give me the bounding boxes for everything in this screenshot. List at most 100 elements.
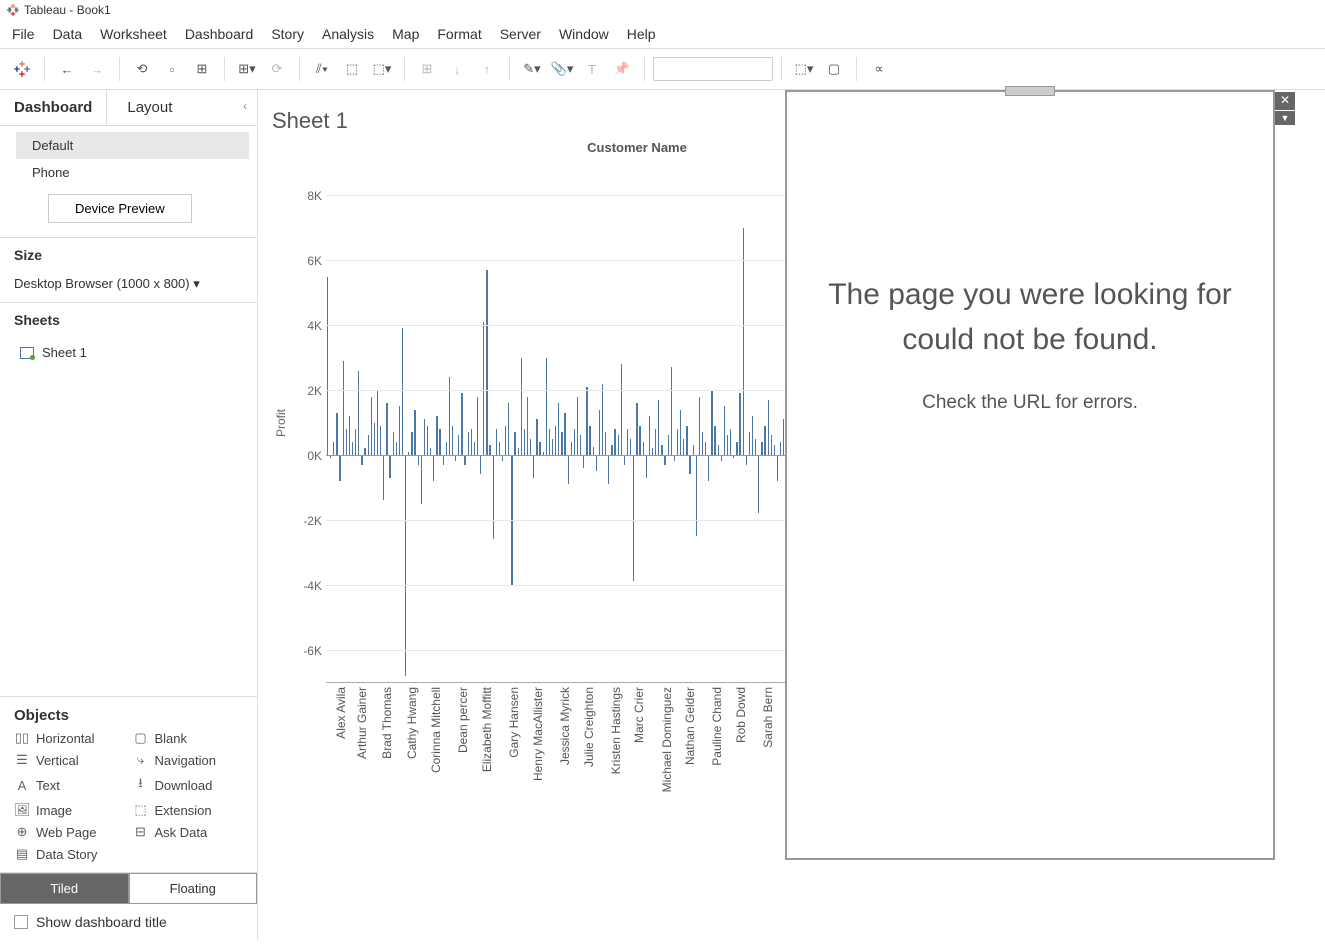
refresh-icon[interactable]: ⟳	[263, 55, 291, 83]
group-icon[interactable]: ⊞	[413, 55, 441, 83]
menu-story[interactable]: Story	[271, 26, 304, 42]
x-label: Gary Hansen	[507, 687, 521, 758]
menu-help[interactable]: Help	[627, 26, 656, 42]
menu-dashboard[interactable]: Dashboard	[185, 26, 254, 42]
presentation-icon[interactable]: ▢	[820, 55, 848, 83]
x-label: Rob Dowd	[734, 687, 748, 743]
show-labels-icon[interactable]: ↓	[443, 55, 471, 83]
x-label: Cathy Hwang	[405, 687, 419, 759]
device-default[interactable]: Default	[16, 132, 249, 159]
object-icon: ⊟	[133, 824, 149, 840]
tableau-logo-icon	[6, 3, 20, 17]
pin-icon[interactable]: 📌	[608, 55, 636, 83]
menu-file[interactable]: File	[12, 26, 35, 42]
object-icon: ▯▯	[14, 730, 30, 746]
device-preview-button[interactable]: Device Preview	[48, 194, 192, 223]
object-navigation[interactable]: ⤷Navigation	[133, 752, 244, 768]
forward-icon[interactable]: →	[83, 55, 111, 83]
menubar: File Data Worksheet Dashboard Story Anal…	[0, 20, 1325, 49]
object-icon: 🖼	[14, 802, 30, 818]
menu-window[interactable]: Window	[559, 26, 609, 42]
object-icon: ▢	[133, 730, 149, 746]
dropdown-icon[interactable]: ▼	[1275, 111, 1295, 125]
error-subtitle: Check the URL for errors.	[922, 392, 1138, 414]
x-label: Pauline Chand	[710, 687, 724, 766]
show-dashboard-title[interactable]: Show dashboard title	[0, 904, 257, 940]
object-ask-data[interactable]: ⊟Ask Data	[133, 824, 244, 840]
error-title: The page you were looking for could not …	[787, 272, 1273, 362]
object-vertical[interactable]: ☰Vertical	[14, 752, 125, 768]
drag-handle-icon[interactable]	[1005, 86, 1055, 96]
sort-asc-icon[interactable]: ⬚	[338, 55, 366, 83]
clip-icon[interactable]: 📎▾	[548, 55, 576, 83]
object-icon: ⬚	[133, 802, 149, 818]
x-label: Alex Avila	[334, 687, 348, 739]
tiled-button[interactable]: Tiled	[0, 873, 129, 904]
sheet-label: Sheet 1	[42, 345, 87, 360]
object-icon: A	[14, 778, 30, 793]
web-page-panel[interactable]: ✕ ▼ The page you were looking for could …	[785, 90, 1275, 860]
y-axis-label: Profit	[272, 163, 290, 683]
x-label: Marc Crier	[632, 687, 646, 743]
x-label: Corinna Mitchell	[429, 687, 443, 773]
worksheet-icon	[20, 347, 34, 359]
size-header: Size	[0, 237, 257, 272]
menu-format[interactable]: Format	[437, 26, 481, 42]
object-image[interactable]: 🖼Image	[14, 802, 125, 818]
object-download[interactable]: ⭳Download	[133, 774, 244, 796]
menu-worksheet[interactable]: Worksheet	[100, 26, 167, 42]
device-phone[interactable]: Phone	[16, 159, 249, 186]
sheets-header: Sheets	[0, 302, 257, 337]
swap-icon[interactable]: ⫽▾	[308, 55, 336, 83]
x-label: Julie Creighton	[582, 687, 596, 767]
object-web-page[interactable]: ⊕Web Page	[14, 824, 125, 840]
x-label: Henry MacAllister	[531, 687, 545, 781]
undo-icon[interactable]: ⟲	[128, 55, 156, 83]
totals-icon[interactable]: ↑	[473, 55, 501, 83]
sort-desc-icon[interactable]: ⬚▾	[368, 55, 396, 83]
x-label: Sarah Bern	[761, 687, 775, 748]
menu-map[interactable]: Map	[392, 26, 419, 42]
menu-analysis[interactable]: Analysis	[322, 26, 374, 42]
floating-button[interactable]: Floating	[129, 873, 258, 904]
object-horizontal[interactable]: ▯▯Horizontal	[14, 730, 125, 746]
x-label: Nathan Gelder	[683, 687, 697, 765]
object-blank[interactable]: ▢Blank	[133, 730, 244, 746]
x-label: Michael Dominguez	[660, 687, 674, 792]
menu-server[interactable]: Server	[500, 26, 541, 42]
highlight-icon[interactable]: ✎▾	[518, 55, 546, 83]
text-icon[interactable]: T	[578, 55, 606, 83]
checkbox-icon[interactable]	[14, 915, 28, 929]
object-icon: ▤	[14, 846, 30, 862]
menu-data[interactable]: Data	[53, 26, 83, 42]
new-data-icon[interactable]: ⊞	[188, 55, 216, 83]
x-label: Brad Thomas	[380, 687, 394, 759]
share-icon[interactable]: ∝	[865, 55, 893, 83]
toolbar: ← → ⟲ ▫ ⊞ ⊞▾ ⟳ ⫽▾ ⬚ ⬚▾ ⊞ ↓ ↑ ✎▾ 📎▾ T 📌 ⬚…	[0, 49, 1325, 90]
collapse-sidebar-icon[interactable]: ‹	[233, 90, 257, 125]
tableau-icon[interactable]	[8, 55, 36, 83]
x-label: Jessica Myrick	[558, 687, 572, 765]
window-title: Tableau - Book1	[24, 3, 111, 17]
object-data-story[interactable]: ▤Data Story	[14, 846, 125, 862]
object-text[interactable]: AText	[14, 774, 125, 796]
object-icon: ⊕	[14, 824, 30, 840]
close-icon[interactable]: ✕	[1275, 92, 1295, 110]
back-icon[interactable]: ←	[53, 55, 81, 83]
fit-dropdown[interactable]	[653, 57, 773, 81]
dashboard-canvas: Sheet 1 Customer Name Profit -6K-4K-2K0K…	[258, 90, 1325, 940]
new-worksheet-icon[interactable]: ⊞▾	[233, 55, 261, 83]
object-extension[interactable]: ⬚Extension	[133, 802, 244, 818]
tab-dashboard[interactable]: Dashboard	[0, 90, 106, 125]
objects-header: Objects	[14, 707, 243, 724]
x-label: Elizabeth Moffitt	[480, 687, 494, 772]
object-icon: ⤷	[133, 752, 149, 768]
object-icon: ☰	[14, 752, 30, 768]
size-dropdown[interactable]: Desktop Browser (1000 x 800) ▾	[0, 272, 257, 302]
show-me-icon[interactable]: ⬚▾	[790, 55, 818, 83]
titlebar: Tableau - Book1	[0, 0, 1325, 20]
tab-layout[interactable]: Layout	[106, 90, 192, 125]
x-label: Arthur Gainer	[355, 687, 369, 759]
sheet-item[interactable]: Sheet 1	[14, 341, 243, 364]
save-icon[interactable]: ▫	[158, 55, 186, 83]
